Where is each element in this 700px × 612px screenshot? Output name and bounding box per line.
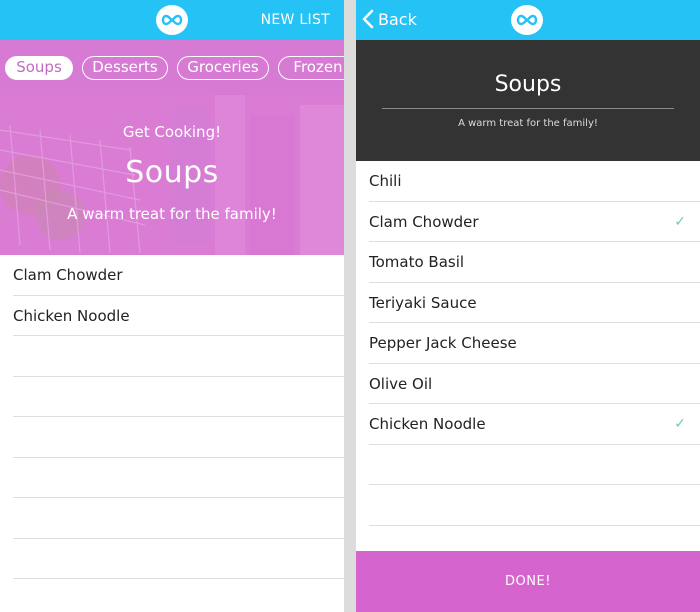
list-item[interactable]: Chicken Noodle (13, 296, 344, 336)
empty-row (13, 417, 344, 458)
nav-bar: Back (356, 0, 700, 40)
empty-row (13, 336, 344, 377)
category-title: Soups (494, 72, 562, 97)
hero-banner: Get Cooking! Soups A warm treat for the … (0, 95, 344, 255)
list-item[interactable]: Chili (369, 161, 700, 202)
list-item[interactable]: Clam Chowder (13, 255, 344, 296)
item-picker-screen: Back Soups A warm treat for the family! … (356, 0, 700, 612)
tab-desserts[interactable]: Desserts (82, 56, 168, 80)
back-button[interactable]: Back (362, 9, 417, 29)
list-item[interactable]: Tomato Basil (369, 242, 700, 283)
empty-row (369, 485, 700, 526)
new-list-button[interactable]: NEW LIST (261, 12, 330, 28)
hero-description: A warm treat for the family! (67, 205, 277, 223)
empty-row (13, 539, 344, 579)
empty-row (13, 579, 344, 612)
back-label: Back (378, 9, 417, 29)
hero-subtitle: Get Cooking! (122, 123, 222, 141)
nav-bar: NEW LIST (0, 0, 344, 40)
saved-items-list: Clam Chowder Chicken Noodle (0, 255, 344, 612)
tab-frozen[interactable]: Frozen (278, 56, 344, 80)
empty-row (369, 445, 700, 485)
checkmark-icon: ✓ (674, 416, 686, 432)
done-button[interactable]: DONE! (356, 551, 700, 612)
category-description: A warm treat for the family! (458, 118, 598, 129)
list-item[interactable]: Teriyaki Sauce (369, 283, 700, 323)
list-item[interactable]: Chicken Noodle ✓ (369, 404, 700, 445)
divider (382, 108, 674, 109)
checkmark-icon: ✓ (674, 213, 686, 230)
category-header: Soups A warm treat for the family! (356, 40, 700, 161)
category-tabs: Soups Desserts Groceries Frozen (0, 40, 344, 95)
list-item[interactable]: Olive Oil (369, 364, 700, 404)
hero-title: Soups (125, 155, 219, 190)
infinity-logo-icon (511, 5, 543, 35)
infinity-logo-icon (156, 5, 188, 35)
chevron-left-icon (362, 9, 374, 29)
list-item[interactable]: Pepper Jack Cheese (369, 323, 700, 364)
item-options-list: Chili Clam Chowder ✓ Tomato Basil Teriyak… (356, 161, 700, 526)
empty-row (13, 458, 344, 498)
list-item[interactable]: Clam Chowder ✓ (369, 202, 700, 242)
empty-row (13, 498, 344, 539)
tab-soups[interactable]: Soups (5, 56, 73, 80)
category-screen: NEW LIST Soups Desserts Groceries Frozen (0, 0, 344, 612)
tab-groceries[interactable]: Groceries (177, 56, 269, 80)
empty-row (13, 377, 344, 417)
